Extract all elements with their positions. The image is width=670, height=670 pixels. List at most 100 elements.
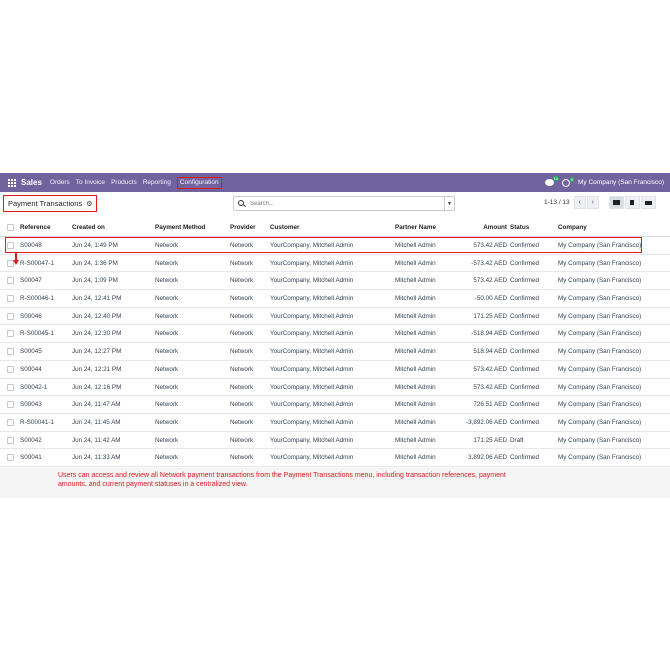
cell-partner-name: Mitchell Admin [395,330,436,338]
cell-payment-method: Network [155,365,179,373]
messages-badge: 10 [552,176,560,181]
table-header: Reference Created on Payment Method Prov… [0,219,670,237]
cell-amount: 573.42 AED [473,365,507,373]
cell-customer: YourCompany, Mitchell Admin [270,277,354,285]
cell-provider: Network [230,295,254,303]
cell-amount: 171.25 AED [473,312,507,320]
cell-status: Confirmed [510,348,540,356]
table-row[interactable]: S00042-1 Jun 24, 12:16 PM Network Network Yo… [0,379,670,397]
header-amount[interactable]: Amount [483,219,507,236]
row-checkbox[interactable] [7,330,14,338]
table-row[interactable]: S00045 Jun 24, 12:27 PM Network Network Your… [0,343,670,361]
cell-provider: Network [230,348,254,356]
company-switcher[interactable]: My Company (San Francisco) [578,179,664,186]
row-checkbox[interactable] [7,365,14,373]
header-customer[interactable]: Customer [270,219,299,236]
chevron-left-icon[interactable]: ‹ [573,196,586,209]
menu-orders[interactable]: Orders [50,179,70,186]
table-row[interactable]: S00043 Jun 24, 11:47 AM Network Network Your… [0,396,670,414]
cell-provider: Network [230,330,254,338]
cell-amount: -518.94 AED [471,330,507,338]
table-row[interactable]: R-S00046-1 Jun 24, 12:41 PM Network Network… [0,290,670,308]
header-provider[interactable]: Provider [230,219,256,236]
cell-partner-name: Mitchell Admin [395,295,436,303]
table-row[interactable]: S00046 Jun 24, 12:40 PM Network Network Your… [0,308,670,326]
cell-partner-name: Mitchell Admin [395,312,436,320]
table-row[interactable]: R-S00045-1 Jun 24, 12:30 PM Network Network… [0,325,670,344]
cell-payment-method: Network [155,295,179,303]
header-payment-method[interactable]: Payment Method [155,219,205,236]
cell-company: My Company (San Francisco) [558,277,642,285]
cell-status: Confirmed [510,365,540,373]
table-row[interactable]: S00047 Jun 24, 1:09 PM Network Network YourC… [0,272,670,291]
cell-payment-method: Network [155,312,179,320]
cell-reference: R-S00045-1 [20,330,54,338]
table-row[interactable]: R-S00041-1 Jun 24, 11:45 AM Network Network… [0,414,670,432]
app-name[interactable]: Sales [21,178,42,187]
cell-payment-method: Network [155,418,179,426]
cell-amount: -573.42 AED [471,259,507,267]
cell-reference: S00041 [20,454,42,462]
cell-payment-method: Network [155,383,179,391]
cell-created-on: Jun 24, 12:16 PM [72,383,122,391]
page-title[interactable]: Payment Transactions [8,199,82,208]
gear-icon[interactable]: ⚙ [86,200,92,208]
cell-company: My Company (San Francisco) [558,454,642,462]
row-checkbox[interactable] [7,436,14,444]
row-checkbox[interactable] [7,401,14,409]
cell-created-on: Jun 24, 11:47 AM [72,401,121,409]
cell-amount: 573.42 AED [473,277,507,285]
top-navbar: Sales Orders To Invoice Products Reporti… [0,173,670,192]
search-input[interactable] [250,200,420,207]
cell-status: Confirmed [510,312,540,320]
cell-created-on: Jun 24, 1:36 PM [72,259,118,267]
search-bar[interactable]: ▼ [233,196,455,211]
pager-value[interactable]: 1-13 / 13 [544,199,570,206]
cell-customer: YourCompany, Mitchell Admin [270,365,354,373]
cell-partner-name: Mitchell Admin [395,454,436,462]
cell-amount: 171.25 AED [473,436,507,444]
cell-partner-name: Mitchell Admin [395,348,436,356]
menu-products[interactable]: Products [111,179,137,186]
row-checkbox[interactable] [7,383,14,391]
caret-down-icon[interactable]: ▼ [444,197,454,210]
menu-configuration[interactable]: Configuration [176,176,222,189]
cell-company: My Company (San Francisco) [558,312,642,320]
cell-customer: YourCompany, Mitchell Admin [270,436,354,444]
table-row[interactable]: R-S00047-1 Jun 24, 1:36 PM Network Network Y… [0,255,670,273]
cell-partner-name: Mitchell Admin [395,418,436,426]
header-company[interactable]: Company [558,219,587,236]
graph-view-icon[interactable] [641,196,656,209]
cell-customer: YourCompany, Mitchell Admin [270,383,354,391]
select-all-checkbox[interactable] [7,224,14,231]
row-checkbox[interactable] [7,454,14,462]
cell-payment-method: Network [155,454,179,462]
table-row[interactable]: S00041 Jun 24, 11:33 AM Network Network Your… [0,449,670,467]
row-checkbox[interactable] [7,277,14,285]
cell-partner-name: Mitchell Admin [395,277,436,285]
table-row[interactable]: S00042 Jun 24, 11:42 AM Network Network Your… [0,432,670,450]
cell-amount: 573.42 AED [473,383,507,391]
breadcrumb: Payment Transactions ⚙ [3,195,98,212]
table-row[interactable]: S00044 Jun 24, 12:21 PM Network Network Your… [0,361,670,379]
app-grid-icon[interactable] [8,178,16,187]
row-checkbox[interactable] [7,295,14,303]
cell-partner-name: Mitchell Admin [395,259,436,267]
menu-reporting[interactable]: Reporting [143,179,171,186]
list-view-icon[interactable] [609,196,624,209]
chevron-right-icon[interactable]: › [586,196,599,209]
activities-icon[interactable]: 4 [562,176,575,187]
menu-to-invoice[interactable]: To Invoice [76,179,105,186]
messages-icon[interactable]: 10 [545,176,560,186]
navbar-systray: 10 4 My Company (San Francisco) [545,176,664,187]
header-reference[interactable]: Reference [20,219,50,236]
control-panel: Payment Transactions ⚙ ▼ 1-13 / 13 ‹ › [0,192,670,217]
header-status[interactable]: Status [510,219,529,236]
row-checkbox[interactable] [7,418,14,426]
header-created-on[interactable]: Created on [72,219,105,236]
row-checkbox[interactable] [7,312,14,320]
header-partner-name[interactable]: Partner Name [395,219,436,236]
row-checkbox[interactable] [7,348,14,356]
kanban-view-icon[interactable] [625,196,640,209]
cell-reference: S00046 [20,312,42,320]
